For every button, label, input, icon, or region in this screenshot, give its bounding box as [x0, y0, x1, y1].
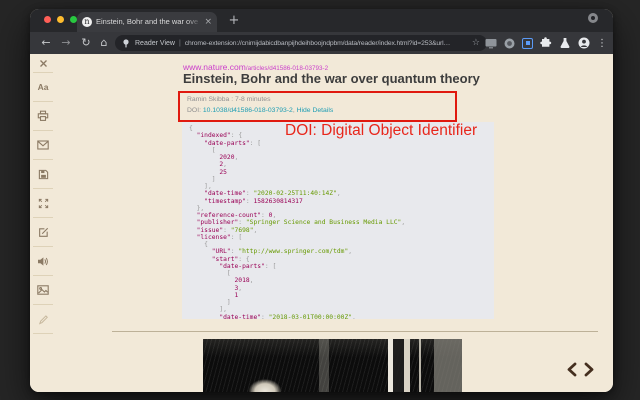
doi-link[interactable]: 10.1038/d41586-018-03793-2 — [203, 107, 293, 114]
hide-details-link[interactable]: Hide Details — [297, 107, 334, 114]
chevron-left-icon[interactable] — [566, 362, 577, 377]
extension-toolbar: ⋮ — [485, 32, 607, 54]
images-button[interactable] — [33, 276, 53, 305]
speaker-icon — [38, 256, 48, 266]
fullscreen-icon — [38, 198, 48, 208]
close-window-button[interactable] — [44, 16, 51, 23]
email-button[interactable] — [33, 131, 53, 160]
address-bar[interactable]: Reader View | chrome-extension://cnimijd… — [115, 35, 487, 51]
minimize-window-button[interactable] — [57, 16, 64, 23]
article-photo — [203, 339, 462, 392]
json-code-block: { "indexed": { "date-parts": [ [ 2020, 2… — [182, 122, 494, 319]
forward-button[interactable]: → — [59, 32, 73, 54]
doi-line: DOI: 10.1038/d41586-018-03793-2, Hide De… — [187, 107, 333, 114]
extension-name-label: Reader View — [135, 39, 175, 47]
active-tab[interactable]: n Einstein, Bohr and the war ove × — [77, 12, 217, 32]
reader-sidebar: Aa — [30, 54, 56, 334]
chevron-right-icon[interactable] — [584, 362, 595, 377]
article-byline: Ramin Skibba : 7-8 minutes — [187, 96, 271, 103]
url-text: chrome-extension://cnimijdabicdbanpijhde… — [184, 39, 451, 47]
bookmark-star-icon[interactable]: ☆ — [472, 38, 480, 48]
font-size-icon: Aa — [37, 82, 49, 92]
doi-label: DOI: — [187, 107, 203, 114]
close-icon — [39, 59, 47, 67]
speech-button[interactable] — [33, 247, 53, 276]
save-button[interactable] — [33, 160, 53, 189]
window-controls — [44, 16, 77, 23]
close-reader-button[interactable] — [33, 54, 53, 73]
page-navigation — [566, 362, 595, 377]
print-button[interactable] — [33, 102, 53, 131]
puzzle-icon[interactable] — [540, 37, 552, 49]
font-settings-button[interactable]: Aa — [33, 73, 53, 102]
zoom-window-button[interactable] — [70, 16, 77, 23]
badge-icon[interactable] — [504, 38, 515, 49]
screen-cast-icon[interactable] — [485, 38, 497, 49]
new-tab-button[interactable]: + — [226, 13, 242, 29]
back-button[interactable]: ← — [39, 32, 53, 54]
images-icon — [37, 285, 49, 295]
desktop-background: n Einstein, Bohr and the war ove × + ← →… — [0, 0, 640, 400]
extension-pin-icon — [123, 38, 129, 47]
fullscreen-button[interactable] — [33, 189, 53, 218]
divider — [112, 331, 598, 332]
profile-icon[interactable] — [588, 13, 598, 23]
menu-dots-icon[interactable]: ⋮ — [597, 38, 607, 49]
flask-icon[interactable] — [559, 37, 571, 49]
site-favicon: n — [82, 17, 92, 27]
reader-view-icon[interactable] — [522, 37, 533, 49]
browser-toolbar: ← → ↻ ⌂ Reader View | chrome-extension:/… — [30, 32, 613, 54]
json-code: { "indexed": { "date-parts": [ [ 2020, 2… — [189, 125, 406, 319]
email-icon — [37, 140, 49, 150]
print-icon — [37, 110, 49, 121]
tab-title-fade — [187, 17, 202, 27]
home-button[interactable]: ⌂ — [97, 32, 111, 54]
avatar-icon[interactable] — [578, 37, 590, 49]
url-separator: | — [178, 39, 181, 47]
reader-view-content: Aa www.nature.com/articles/d41586-018-03… — [30, 54, 613, 392]
tab-strip: n Einstein, Bohr and the war ove × + — [30, 9, 613, 32]
annotation-text: DOI: Digital Object Identifier — [285, 122, 478, 139]
tab-title: Einstein, Bohr and the war ove — [96, 17, 202, 27]
edit-icon — [38, 227, 48, 237]
highlight-pencil-icon — [38, 314, 48, 324]
article-title: Einstein, Bohr and the war over quantum … — [183, 71, 480, 86]
reload-button[interactable]: ↻ — [79, 32, 93, 54]
highlight-button[interactable] — [33, 305, 53, 334]
edit-button[interactable] — [33, 218, 53, 247]
browser-window: n Einstein, Bohr and the war ove × + ← →… — [30, 9, 613, 392]
tab-close-icon[interactable]: × — [204, 17, 212, 27]
save-icon — [38, 169, 48, 179]
